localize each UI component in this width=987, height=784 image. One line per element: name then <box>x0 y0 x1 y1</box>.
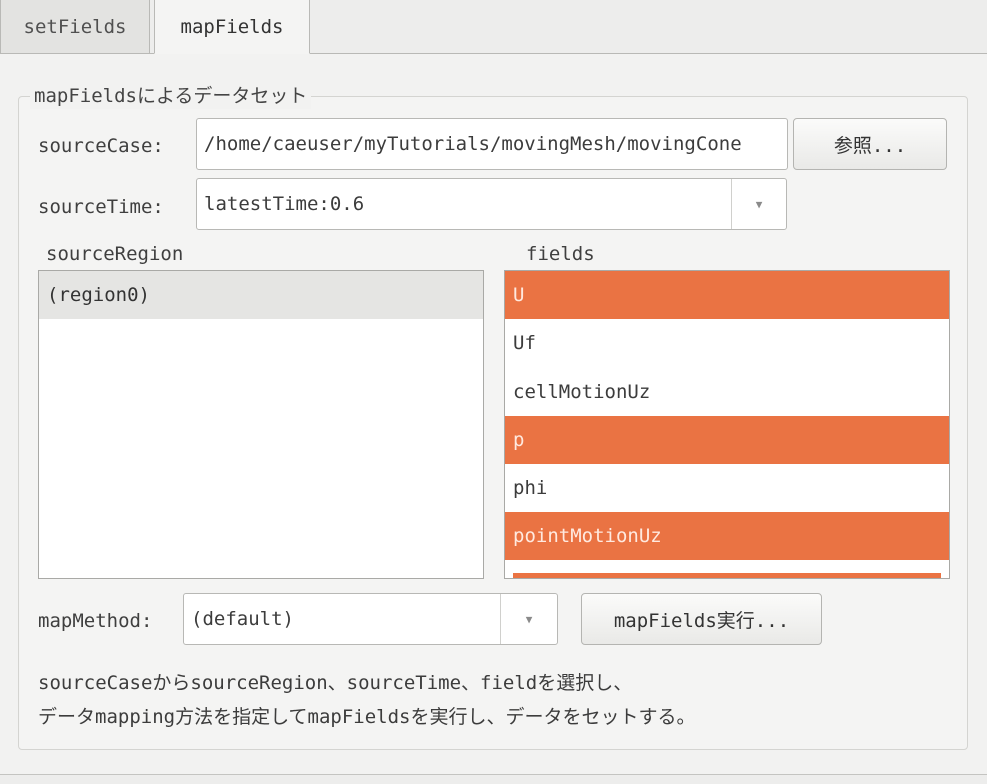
run-mapfields-label: mapFields実行... <box>613 609 790 632</box>
tab-label: mapFields <box>180 15 284 38</box>
list-item[interactable]: (region0) <box>39 271 483 319</box>
list-item[interactable]: phi <box>505 464 949 512</box>
tab-label: setFields <box>23 15 127 38</box>
source-case-input[interactable]: /home/caeuser/myTutorials/movingMesh/mov… <box>196 118 788 170</box>
list-item-label: pointMotionUz <box>513 525 662 547</box>
chevron-down-icon[interactable]: ▼ <box>500 594 557 644</box>
list-item-label: U <box>513 284 525 306</box>
list-item[interactable]: Uf <box>505 319 949 367</box>
fields-header: fields <box>526 243 595 265</box>
map-method-combo[interactable]: (default) ▼ <box>183 593 558 645</box>
description-line-2: データmapping方法を指定してmapFieldsを実行し、データをセットする… <box>38 706 696 728</box>
list-item[interactable]: cellMotionUz <box>505 368 949 416</box>
source-case-label: sourceCase: <box>38 135 164 157</box>
chevron-down-icon[interactable]: ▼ <box>731 179 786 229</box>
description-line-1: sourceCaseからsourceRegion、sourceTime、fiel… <box>38 672 633 694</box>
map-method-value: (default) <box>191 608 294 630</box>
list-item[interactable]: pointMotionUz <box>505 512 949 560</box>
source-case-value: /home/caeuser/myTutorials/movingMesh/mov… <box>204 133 742 155</box>
source-time-label: sourceTime: <box>38 196 164 218</box>
list-item-label: (region0) <box>47 284 150 306</box>
map-method-label: mapMethod: <box>38 610 153 632</box>
list-item-partial[interactable] <box>513 573 941 578</box>
list-item-label: phi <box>513 477 548 499</box>
run-mapfields-button[interactable]: mapFields実行... <box>581 593 822 645</box>
source-time-value: latestTime:0.6 <box>204 193 365 215</box>
tab-setfields[interactable]: setFields <box>0 0 150 54</box>
browse-button-label: 参照... <box>833 134 907 157</box>
bottom-divider <box>0 774 987 775</box>
list-item-label: cellMotionUz <box>513 381 651 403</box>
tab-mapfields[interactable]: mapFields <box>154 0 310 54</box>
list-item[interactable]: p <box>505 416 949 464</box>
list-item[interactable]: U <box>505 271 949 319</box>
source-region-list[interactable]: (region0) <box>38 270 484 579</box>
fields-list[interactable]: U Uf cellMotionUz p phi pointMotionUz <box>504 270 950 579</box>
group-title: mapFieldsによるデータセット <box>30 83 312 109</box>
browse-button[interactable]: 参照... <box>793 118 947 170</box>
list-item-label: p <box>513 429 525 451</box>
source-time-combo[interactable]: latestTime:0.6 ▼ <box>196 178 787 230</box>
list-item-label: Uf <box>513 332 536 354</box>
source-region-header: sourceRegion <box>46 243 184 265</box>
